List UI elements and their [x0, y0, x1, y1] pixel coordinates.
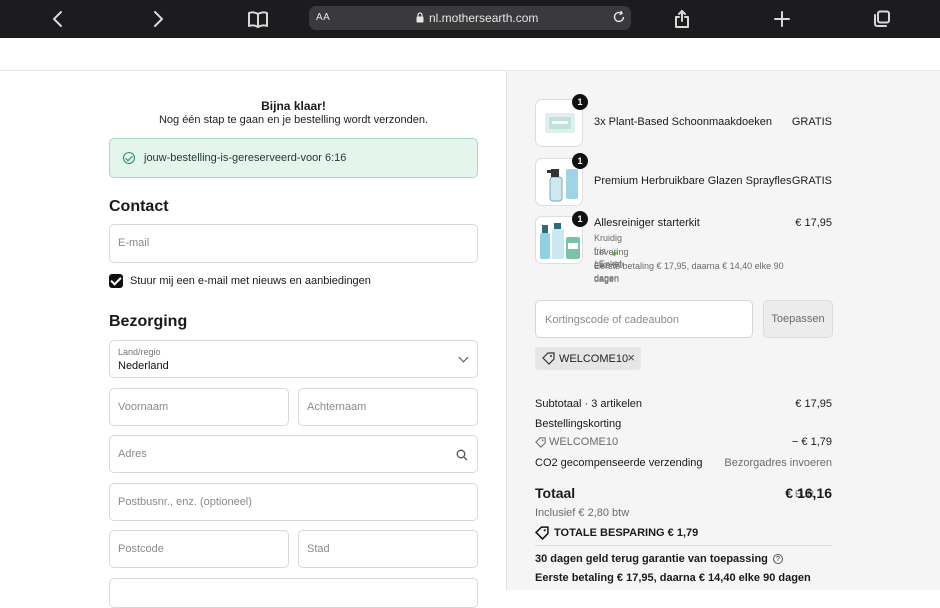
tabs-icon[interactable]	[870, 7, 894, 31]
item-price: € 17,95	[795, 217, 832, 229]
lock-icon	[416, 12, 424, 26]
city-placeholder: Stad	[307, 543, 330, 555]
item-name: 3x Plant-Based Schoonmaakdoeken	[594, 116, 772, 128]
lastname-placeholder: Achternaam	[307, 401, 367, 413]
first-payment-note: Eerste betaling € 17,95, daarna € 14,40 …	[535, 572, 811, 584]
address-field[interactable]: Adres	[109, 435, 478, 473]
bookmarks-icon[interactable]	[246, 7, 270, 31]
email-field[interactable]: E-mail	[109, 224, 478, 263]
newsletter-label: Stuur mij een e-mail met nieuws en aanbi…	[130, 275, 371, 287]
divider	[535, 545, 832, 546]
delivery-heading: Bezorging	[109, 313, 188, 330]
postcode-field[interactable]: Postcode	[109, 530, 289, 568]
forward-icon[interactable]	[146, 7, 170, 31]
subtotal-value: € 17,95	[795, 398, 832, 410]
check-circle-icon	[123, 152, 135, 164]
email-placeholder: E-mail	[118, 237, 150, 249]
savings-text: TOTALE BESPARING € 1,79	[554, 527, 699, 539]
back-icon[interactable]	[46, 7, 70, 31]
item-price: GRATIS	[791, 175, 832, 187]
address-addition-field[interactable]: Postbusnr., enz. (optioneel)	[109, 483, 478, 521]
country-value: Nederland	[118, 360, 169, 372]
almost-done-subtitle: Nog één stap te gaan en je bestelling wo…	[158, 114, 429, 126]
item-name: Allesreiniger starterkit	[594, 217, 700, 229]
money-back-guarantee: 30 dagen geld terug garantie van toepass…	[535, 553, 783, 565]
firstname-field[interactable]: Voornaam	[109, 388, 289, 426]
guarantee-text: 30 dagen geld terug garantie van toepass…	[535, 553, 768, 565]
address-addition-placeholder: Postbusnr., enz. (optioneel)	[118, 496, 252, 508]
quantity-badge: 1	[572, 94, 588, 110]
total-label: Totaal	[535, 485, 576, 501]
share-icon[interactable]	[670, 7, 694, 31]
country-label: Land/regio	[118, 347, 161, 357]
discount-code: WELCOME10	[559, 353, 629, 365]
item-name: Premium Herbruikbare Glazen Sprayfles	[594, 175, 792, 187]
tag-icon	[535, 437, 546, 451]
lastname-field[interactable]: Achternaam	[298, 388, 478, 426]
discount-code-line: WELCOME10	[549, 436, 619, 448]
item-payment-schedule: Eerste betaling € 17,95, daarna € 14,40 …	[594, 261, 784, 284]
tax-line: Inclusief € 2,80 btw	[535, 507, 630, 519]
apply-discount-button[interactable]: Toepassen	[763, 300, 833, 338]
browser-toolbar: AA nl.mothersearth.com	[0, 0, 940, 38]
firstname-placeholder: Voornaam	[118, 401, 169, 413]
reload-icon[interactable]	[612, 10, 626, 27]
quantity-badge: 1	[572, 153, 588, 169]
country-select[interactable]: Land/regio Nederland	[109, 340, 478, 378]
address-bar[interactable]: AA nl.mothersearth.com	[309, 6, 631, 30]
subtotal-label: Subtotaal · 3 artikelen	[535, 398, 643, 410]
search-icon[interactable]	[456, 448, 468, 466]
reservation-text: jouw-bestelling-is-gereserveerd-voor 6:1…	[144, 152, 347, 164]
tag-icon	[535, 526, 549, 543]
reservation-banner: jouw-bestelling-is-gereserveerd-voor 6:1…	[109, 138, 478, 178]
shipping-label: CO2 gecompenseerde verzending	[535, 457, 703, 469]
url-text: nl.mothersearth.com	[429, 11, 539, 25]
discount-placeholder: Kortingscode of cadeaubon	[545, 314, 679, 326]
postcode-placeholder: Postcode	[118, 543, 164, 555]
site-header	[0, 38, 940, 71]
new-tab-icon[interactable]	[770, 7, 794, 31]
discount-code-input[interactable]: Kortingscode of cadeaubon	[535, 300, 753, 338]
discount-value: − € 1,79	[791, 436, 832, 448]
applied-discount-tag: WELCOME10 ×	[535, 347, 641, 370]
remove-discount-icon[interactable]: ×	[627, 350, 635, 365]
tag-icon	[542, 352, 555, 370]
help-icon[interactable]: ?	[772, 554, 783, 564]
newsletter-checkbox[interactable]	[109, 274, 123, 288]
chevron-down-icon	[458, 352, 469, 363]
next-field[interactable]	[109, 578, 478, 608]
order-summary: 1 3x Plant-Based Schoonmaakdoeken GRATIS…	[506, 71, 940, 590]
order-discount-label: Bestellingskorting	[535, 418, 622, 430]
city-field[interactable]: Stad	[298, 530, 478, 568]
quantity-badge: 1	[572, 211, 588, 227]
contact-heading: Contact	[109, 198, 169, 215]
item-price: GRATIS	[791, 116, 832, 128]
shipping-value: Bezorgadres invoeren	[724, 457, 832, 469]
text-size-button[interactable]: AA	[316, 12, 330, 23]
almost-done-title: Bijna klaar!	[261, 99, 326, 113]
checkout-form: Bijna klaar! Nog één stap te gaan en je …	[0, 71, 506, 608]
total-value: € 16,16	[785, 485, 832, 501]
address-placeholder: Adres	[118, 448, 147, 460]
